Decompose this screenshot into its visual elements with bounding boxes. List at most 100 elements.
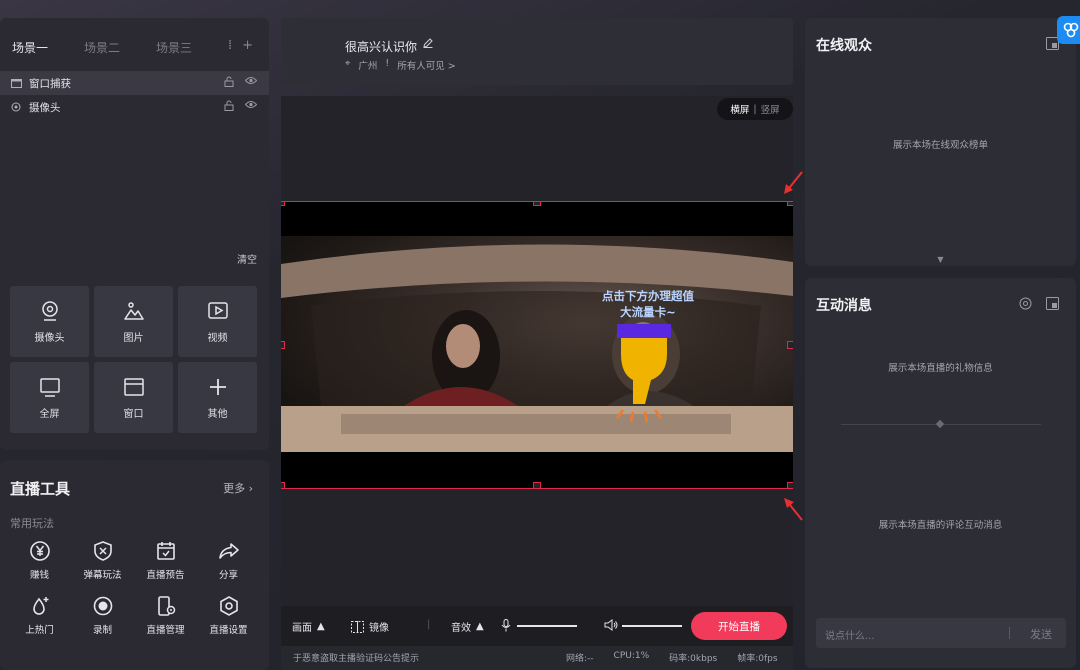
resize-handle[interactable]: [533, 482, 541, 488]
add-webcam-button[interactable]: 摄像头: [10, 286, 89, 357]
notice-link[interactable]: 于恶意盗取主播验证码公告提示: [293, 651, 419, 664]
resize-handle[interactable]: [787, 341, 793, 349]
divider: |: [427, 619, 431, 630]
resize-handle[interactable]: [281, 341, 285, 349]
expand-caret-icon[interactable]: ▼: [805, 254, 1076, 266]
source-row-window-capture[interactable]: 窗口捕获: [0, 71, 269, 95]
add-other-button[interactable]: 其他: [178, 362, 257, 433]
mic-volume-slider[interactable]: [517, 625, 577, 627]
audience-panel: 在线观众 展示本场在线观众榜单 ▼: [805, 18, 1076, 266]
popout-icon[interactable]: [1046, 297, 1059, 310]
lock-icon[interactable]: [224, 100, 234, 114]
scene-tabs: 场景一 场景二 场景三: [12, 39, 228, 56]
audience-empty-text: 展示本场在线观众榜单: [892, 140, 988, 151]
audience-title: 在线观众: [816, 38, 872, 54]
scene-panel: 场景一 场景二 场景三 ⁞ + 窗口捕获 摄像头 清空 摄像头 图片 视频 全屏…: [0, 18, 269, 450]
source-label: 窗口捕获: [29, 77, 71, 90]
room-location[interactable]: 广州: [358, 58, 377, 72]
more-vertical-icon[interactable]: ⁞: [228, 38, 232, 53]
landscape-option[interactable]: 横屏: [730, 102, 749, 116]
source-row-camera[interactable]: 摄像头: [0, 95, 269, 119]
orientation-toggle[interactable]: 横屏 | 竖屏: [717, 98, 793, 120]
clear-sources-button[interactable]: 清空: [237, 251, 257, 266]
eye-icon[interactable]: [244, 100, 258, 114]
edit-pencil-icon[interactable]: [423, 38, 433, 48]
tool-danmaku[interactable]: 弹幕玩法: [71, 540, 134, 581]
tab-scene-1[interactable]: 场景一: [12, 39, 84, 56]
source-label: 摄像头: [29, 101, 61, 114]
camera-icon: [10, 101, 22, 113]
caret-up-icon: ▲: [317, 621, 325, 632]
device-settings-icon: [157, 596, 175, 616]
messages-title: 互动消息: [816, 298, 872, 314]
add-tile-label: 其他: [207, 408, 228, 420]
share-arrow-icon: [218, 543, 239, 559]
tool-trending[interactable]: 上热门: [8, 595, 71, 636]
promo-line-1: 点击下方办理超值: [602, 289, 694, 303]
cpu-status: CPU:1%: [613, 651, 650, 661]
add-scene-icon[interactable]: +: [242, 38, 253, 53]
speaker-icon[interactable]: [604, 619, 618, 631]
microphone-icon[interactable]: [501, 619, 511, 632]
room-meta: ⌖ 广州 ! 所有人可见 >: [345, 58, 456, 72]
bitrate-status: 码率:0kbps: [669, 654, 718, 664]
hexagon-settings-icon: [219, 596, 238, 616]
shield-x-icon: [93, 541, 112, 561]
resize-handle[interactable]: [787, 202, 793, 206]
start-live-button[interactable]: 开始直播: [691, 612, 787, 640]
sound-effect-label: 音效: [451, 623, 471, 634]
chevron-right-icon: ›: [248, 482, 253, 495]
tab-scene-3[interactable]: 场景三: [156, 39, 228, 56]
tab-scene-2[interactable]: 场景二: [84, 39, 156, 56]
video-preview[interactable]: 点击下方办理超值 大流量卡~: [281, 201, 793, 489]
resize-handle[interactable]: [281, 202, 285, 206]
room-visibility[interactable]: 所有人可见 >: [397, 58, 455, 72]
send-button[interactable]: 发送: [1030, 626, 1052, 642]
add-fullscreen-button[interactable]: 全屏: [10, 362, 89, 433]
sound-effect-menu[interactable]: 音效 ▲: [451, 619, 484, 634]
picture-menu[interactable]: 画面 ▲: [292, 619, 325, 634]
drag-handle-icon[interactable]: [935, 419, 945, 429]
portrait-option[interactable]: 竖屏: [761, 102, 780, 116]
add-video-button[interactable]: 视频: [178, 286, 257, 357]
preview-area: 横屏 | 竖屏 点击下方办理超值 大流量卡~: [281, 96, 793, 606]
message-input[interactable]: 说点什么... 发送: [816, 618, 1066, 648]
yen-coin-icon: [29, 541, 50, 561]
more-tools-link[interactable]: 更多 ›: [223, 480, 253, 496]
add-tile-label: 窗口: [123, 408, 144, 420]
tool-share[interactable]: 分享: [197, 540, 260, 581]
video-frame: [281, 236, 793, 452]
add-tile-label: 图片: [123, 332, 144, 344]
webcam-icon: [41, 300, 58, 321]
eye-icon[interactable]: [244, 76, 258, 90]
tool-earn[interactable]: 赚钱: [8, 540, 71, 581]
video-icon: [207, 301, 228, 319]
corner-app-badge[interactable]: [1057, 16, 1080, 44]
live-tools-title: 直播工具: [10, 480, 71, 498]
annotation-arrow-icon: [784, 498, 803, 521]
resize-handle[interactable]: [787, 482, 793, 488]
status-bar: 于恶意盗取主播验证码公告提示 网络:-- CPU:1% 码率:0kbps 帧率:…: [281, 646, 793, 670]
tool-live-manage[interactable]: 直播管理: [134, 595, 197, 636]
messages-panel: 互动消息 展示本场直播的礼物信息 展示本场直播的评论互动消息 说点什么... 发…: [805, 278, 1076, 668]
tool-record[interactable]: 录制: [71, 595, 134, 636]
monitor-icon: [39, 377, 60, 397]
resize-handle[interactable]: [281, 482, 285, 488]
tool-live-settings[interactable]: 直播设置: [197, 595, 260, 636]
lock-icon[interactable]: [224, 76, 234, 90]
tool-preview[interactable]: 直播预告: [134, 540, 197, 581]
control-bar: 画面 ▲ 镜像 | 音效 ▲ 开始直播: [281, 606, 793, 646]
room-title[interactable]: 很高兴认识你: [345, 38, 417, 55]
add-image-button[interactable]: 图片: [94, 286, 173, 357]
section-label: 常用玩法: [10, 517, 54, 530]
resize-handle[interactable]: [533, 202, 541, 206]
add-window-button[interactable]: 窗口: [94, 362, 173, 433]
tool-label: 录制: [92, 625, 112, 636]
tool-label: 直播管理: [146, 625, 185, 636]
image-icon: [123, 301, 144, 320]
add-tile-label: 摄像头: [34, 332, 65, 344]
speaker-volume-slider[interactable]: [622, 625, 682, 627]
add-tile-label: 全屏: [39, 408, 60, 420]
mirror-button[interactable]: 镜像: [351, 619, 389, 634]
settings-gear-icon[interactable]: [1019, 297, 1032, 310]
